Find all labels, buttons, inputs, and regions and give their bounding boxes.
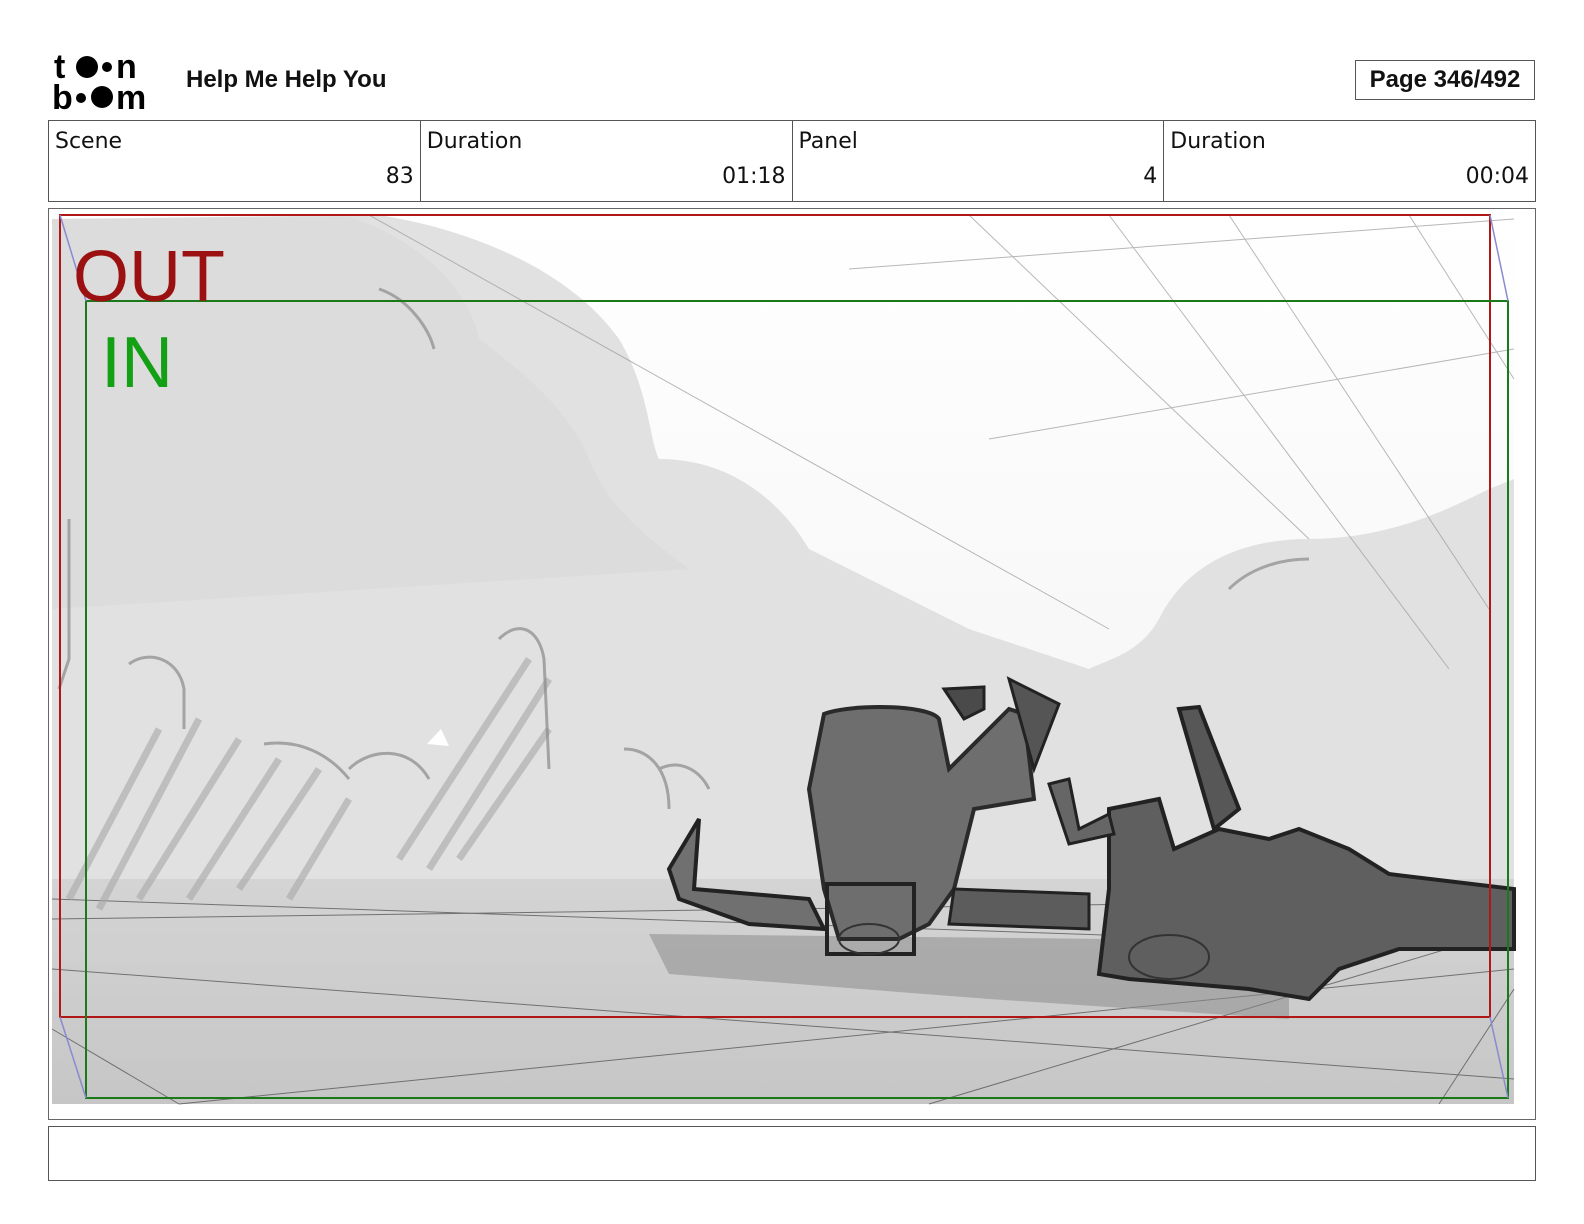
- panel-duration-cell: Duration 00:04: [1164, 121, 1535, 201]
- panel-notes-box[interactable]: [48, 1126, 1536, 1181]
- toon-boom-logo: t n b m: [52, 50, 164, 112]
- svg-text:b: b: [52, 79, 73, 112]
- camera-in-label: IN: [101, 323, 173, 403]
- storyboard-panel: OUT IN: [48, 208, 1536, 1120]
- svg-text:m: m: [116, 79, 146, 112]
- toon-boom-logo-icon: t n b m: [52, 50, 146, 112]
- panel-sketch: [51, 212, 1516, 1105]
- scene-cell: Scene 83: [49, 121, 421, 201]
- panel-duration-value: 00:04: [1465, 164, 1529, 189]
- panel-duration-label: Duration: [1170, 129, 1266, 154]
- scene-duration-cell: Duration 01:18: [421, 121, 793, 201]
- scene-value: 83: [385, 164, 414, 189]
- camera-out-label: OUT: [73, 237, 225, 317]
- project-title: Help Me Help You: [186, 66, 387, 93]
- scene-duration-label: Duration: [426, 129, 523, 154]
- page-indicator: Page 346/492: [1355, 60, 1535, 100]
- panel-label: Panel: [798, 129, 858, 154]
- scene-label: Scene: [55, 129, 123, 154]
- scene-duration-value: 01:18: [722, 164, 786, 189]
- panel-cell: Panel 4: [793, 121, 1165, 201]
- panel-value: 4: [1143, 164, 1158, 189]
- panel-info-row: Scene 83 Duration 01:18 Panel 4 Duration…: [48, 120, 1536, 202]
